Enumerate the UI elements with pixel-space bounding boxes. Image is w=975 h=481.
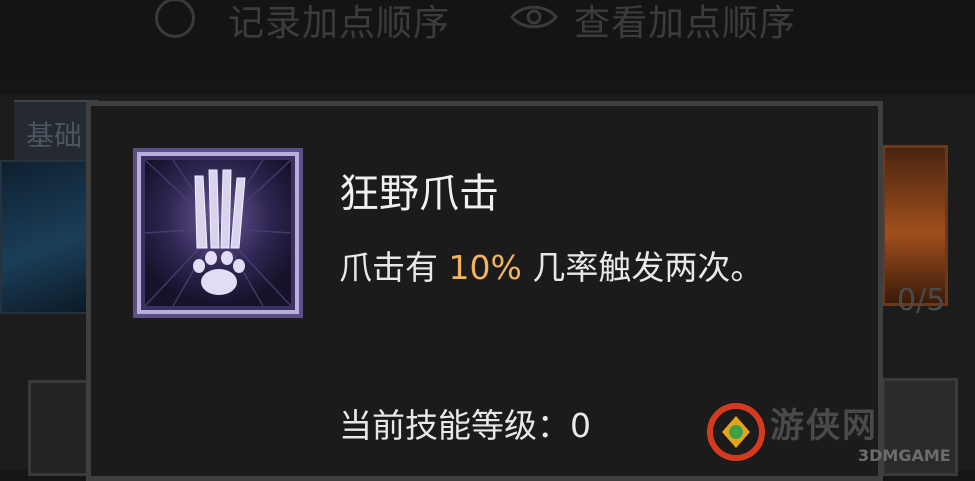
skill-claw-icon [133,148,303,318]
skill-level-label: 当前技能等级： [339,406,570,445]
right-skill-count: 0/5 [897,283,946,318]
eye-icon[interactable] [510,2,558,32]
right-skill-tile[interactable] [882,145,948,306]
desc-chance-value: 10% [448,248,522,287]
skill-description: 爪击有 10% 几率触发两次。 [339,241,763,289]
view-order-label[interactable]: 查看加点顺序 [574,0,796,46]
left-skill-tile[interactable] [0,160,100,314]
skill-level-value: 0 [570,406,591,445]
skill-level: 当前技能等级：0 [339,399,591,447]
record-order-label[interactable]: 记录加点顺序 [228,0,450,46]
watermark-site-text: 游侠网 [770,406,878,446]
top-bar: 记录加点顺序 查看加点顺序 [0,0,975,80]
skill-name: 狂野爪击 [339,171,499,217]
record-order-radio-icon[interactable] [155,0,195,38]
tab-basic-label: 基础 [26,119,83,152]
desc-prefix: 爪击有 [339,248,438,287]
desc-suffix: 几率触发两次。 [532,248,764,287]
watermark-brand-text: 3DMGAME [858,446,951,465]
